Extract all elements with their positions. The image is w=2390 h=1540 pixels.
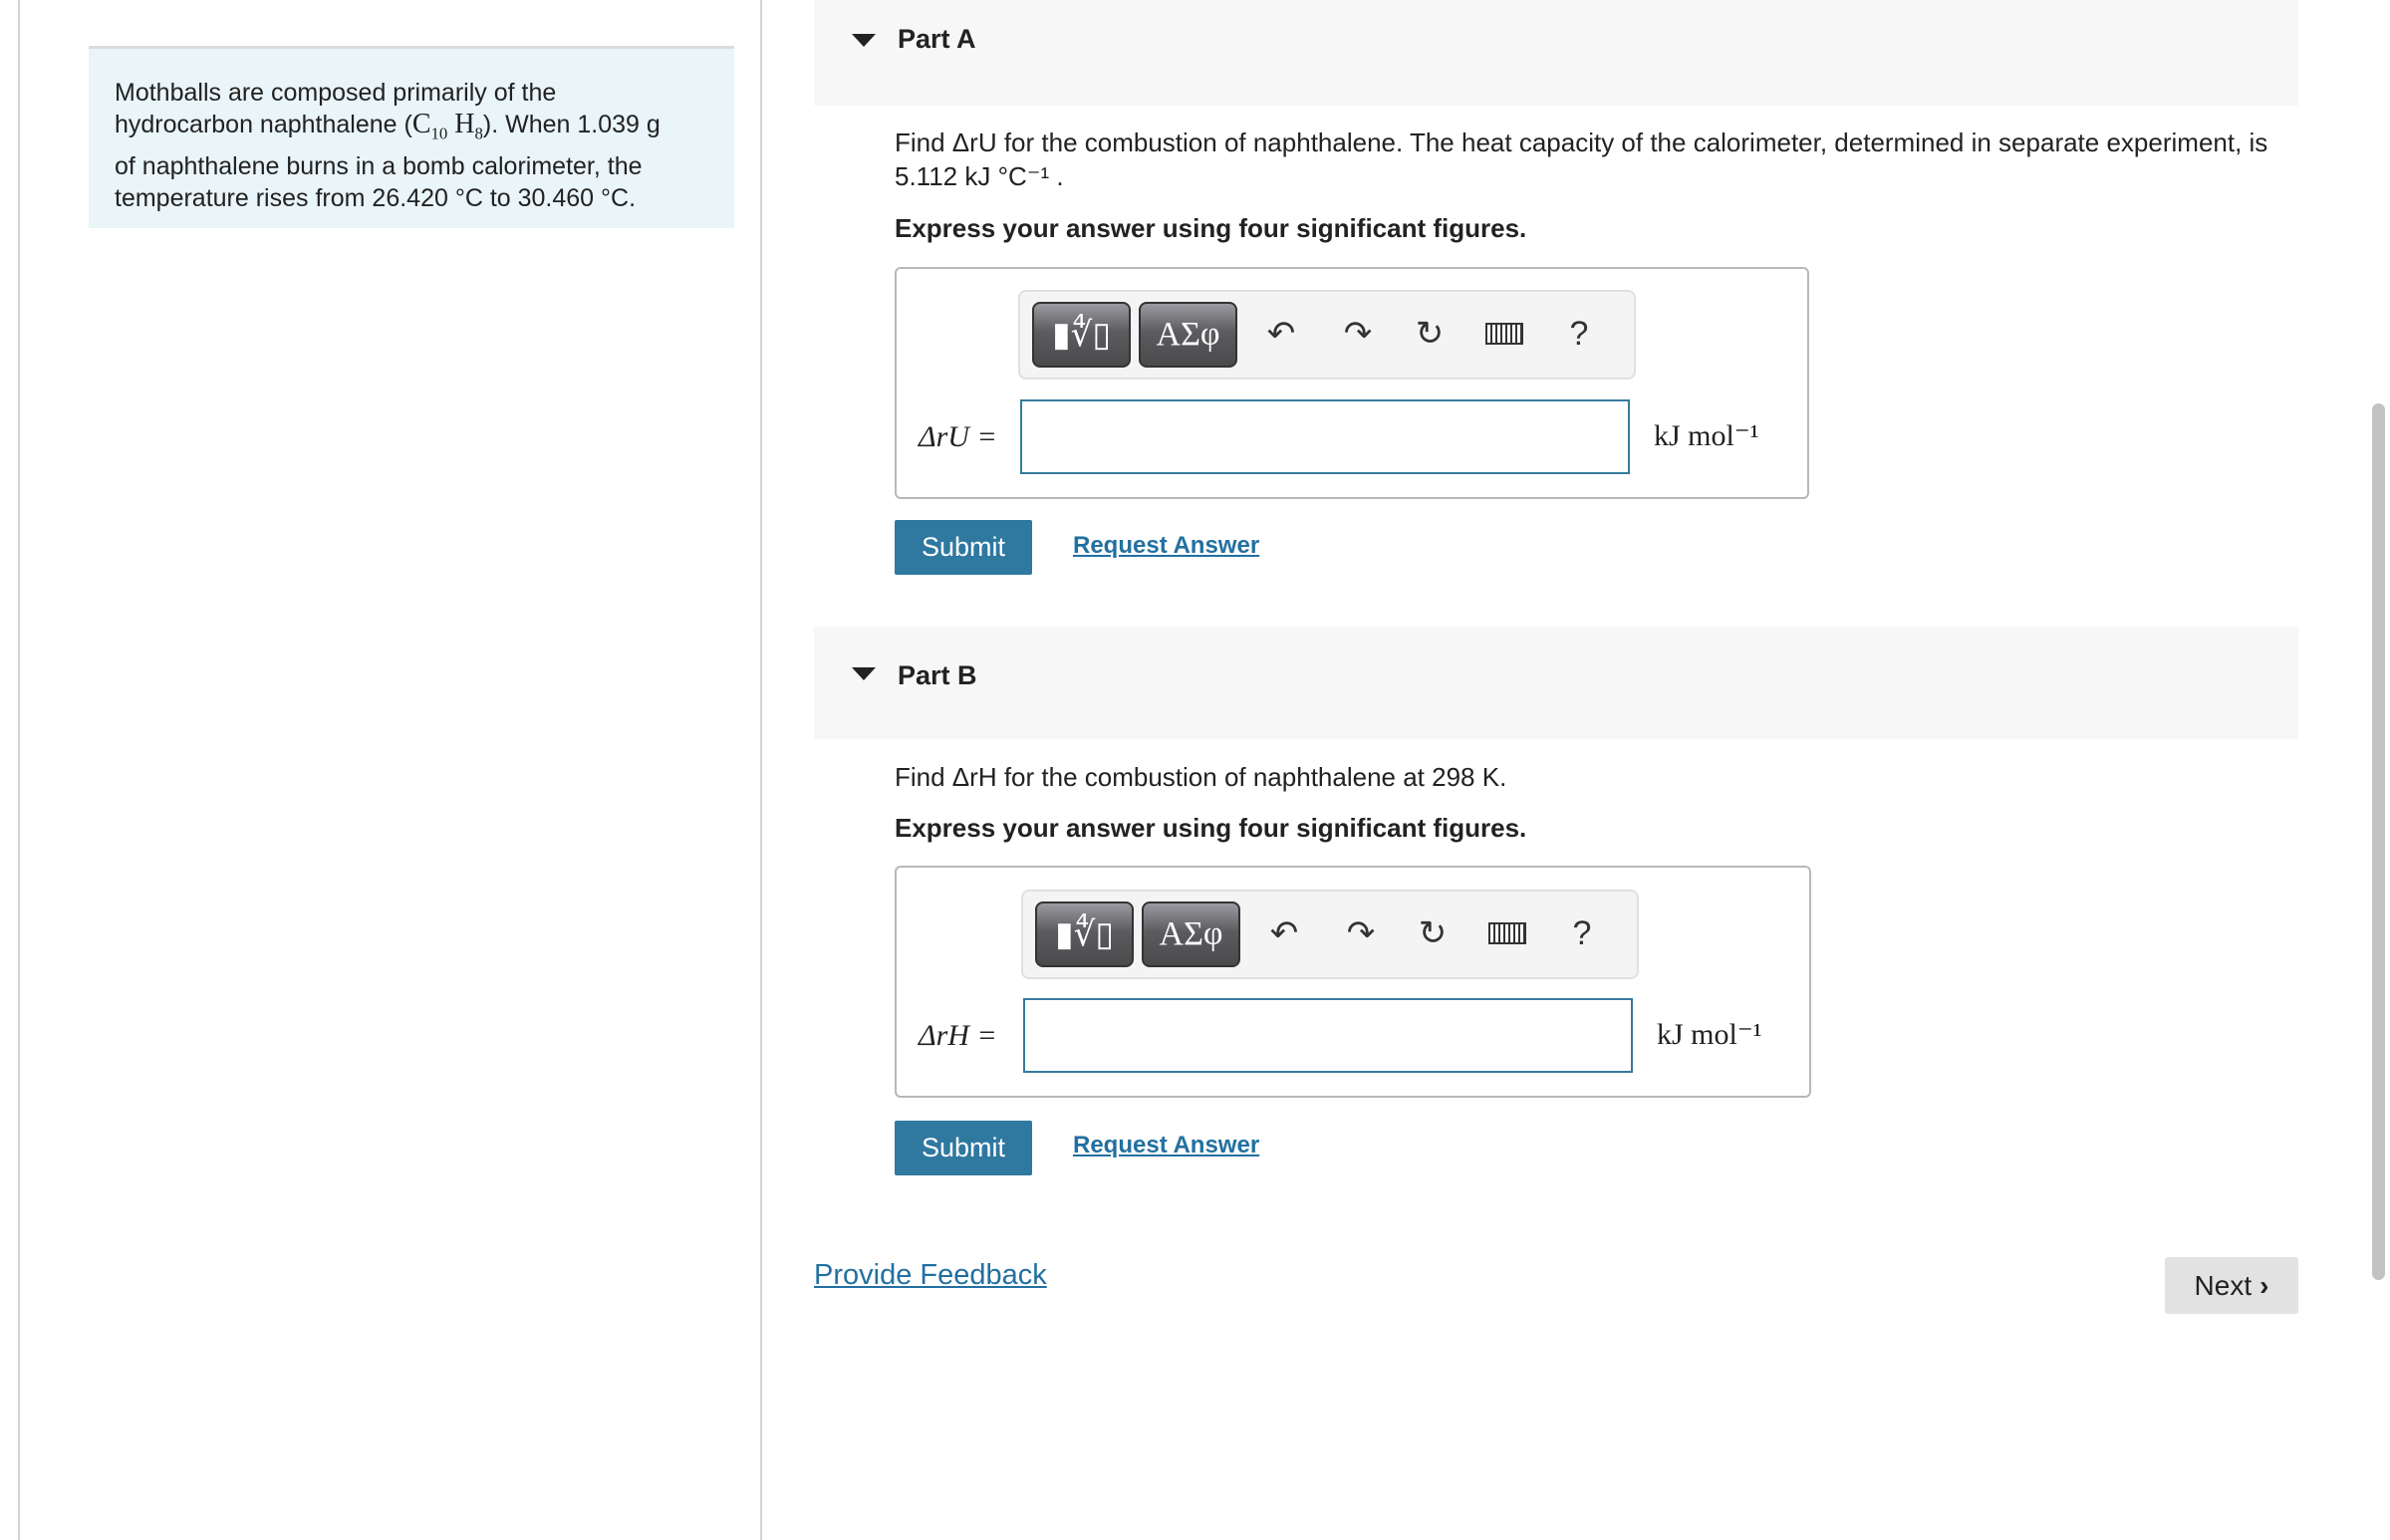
submit-button[interactable]: Submit (895, 520, 1032, 575)
math-toolbar: ▮∜▯ ΑΣφ ↶ ↷ ↻ ? (1021, 890, 1639, 979)
templates-button[interactable]: ▮∜▯ (1035, 901, 1134, 967)
scrollbar[interactable] (2372, 403, 2385, 1280)
intro-line: of naphthalene burns in a bomb calorimet… (115, 151, 643, 180)
submit-button[interactable]: Submit (895, 1121, 1032, 1175)
formula: C10 H8 (411, 109, 483, 143)
unit-label: kJ mol⁻¹ (1654, 419, 1759, 452)
intro-panel: Mothballs are composed primarily of the … (89, 46, 734, 228)
greek-symbols-button[interactable]: ΑΣφ (1142, 901, 1240, 967)
instruction: Express your answer using four significa… (895, 813, 1527, 843)
answer-input[interactable] (1023, 998, 1633, 1073)
intro-text: hydrocarbon naphthalene ( (115, 111, 412, 138)
intro-line: Mothballs are composed primarily of the (115, 79, 557, 107)
reset-icon[interactable]: ↻ (1411, 911, 1455, 955)
question-text: 5.112 kJ °C⁻¹ . (895, 161, 1064, 191)
request-answer-link[interactable]: Request Answer (1073, 532, 1259, 560)
redo-icon[interactable]: ↷ (1336, 312, 1380, 356)
answer-box: ▮∜▯ ΑΣφ ↶ ↷ ↻ ? ΔrU = kJ mol⁻¹ (895, 267, 1809, 499)
part-title: Part B (898, 660, 977, 690)
panel-divider (760, 0, 762, 1540)
collapse-triangle-icon[interactable] (852, 667, 876, 680)
answer-label: ΔrH = (919, 1019, 997, 1052)
intro-text: ). When 1.039 g (482, 111, 661, 138)
provide-feedback-link[interactable]: Provide Feedback (814, 1259, 1047, 1292)
collapse-triangle-icon[interactable] (852, 34, 876, 47)
next-label: Next (2194, 1269, 2253, 1301)
templates-button[interactable]: ▮∜▯ (1032, 302, 1131, 368)
part-b-header[interactable]: Part B (814, 627, 2298, 739)
unit-label: kJ mol⁻¹ (1657, 1018, 1762, 1051)
next-button[interactable]: Next › (2165, 1257, 2298, 1314)
help-icon[interactable]: ? (1560, 911, 1604, 955)
question-text: Find ΔrU for the combustion of naphthale… (895, 128, 2268, 157)
reset-icon[interactable]: ↻ (1408, 312, 1452, 356)
question-text: Find ΔrH for the combustion of naphthale… (895, 762, 1507, 792)
keyboard-icon[interactable] (1485, 911, 1529, 955)
instruction: Express your answer using four significa… (895, 213, 1527, 243)
redo-icon[interactable]: ↷ (1339, 911, 1383, 955)
greek-symbols-button[interactable]: ΑΣφ (1139, 302, 1237, 368)
chevron-right-icon: › (2259, 1269, 2269, 1301)
undo-icon[interactable]: ↶ (1262, 911, 1306, 955)
answer-label: ΔrU = (919, 420, 997, 453)
left-border (18, 0, 20, 1540)
undo-icon[interactable]: ↶ (1259, 312, 1303, 356)
intro-line: hydrocarbon naphthalene (C10 H8). When 1… (115, 109, 708, 150)
answer-input[interactable] (1020, 399, 1630, 474)
part-a-header[interactable]: Part A (814, 0, 2298, 106)
intro-line: temperature rises from 26.420 °C to 30.4… (115, 183, 637, 212)
math-toolbar: ▮∜▯ ΑΣφ ↶ ↷ ↻ ? (1018, 290, 1636, 380)
part-title: Part A (898, 24, 976, 54)
help-icon[interactable]: ? (1557, 312, 1601, 356)
keyboard-icon[interactable] (1482, 312, 1526, 356)
request-answer-link[interactable]: Request Answer (1073, 1132, 1259, 1159)
answer-box: ▮∜▯ ΑΣφ ↶ ↷ ↻ ? ΔrH = kJ mol⁻¹ (895, 866, 1811, 1098)
